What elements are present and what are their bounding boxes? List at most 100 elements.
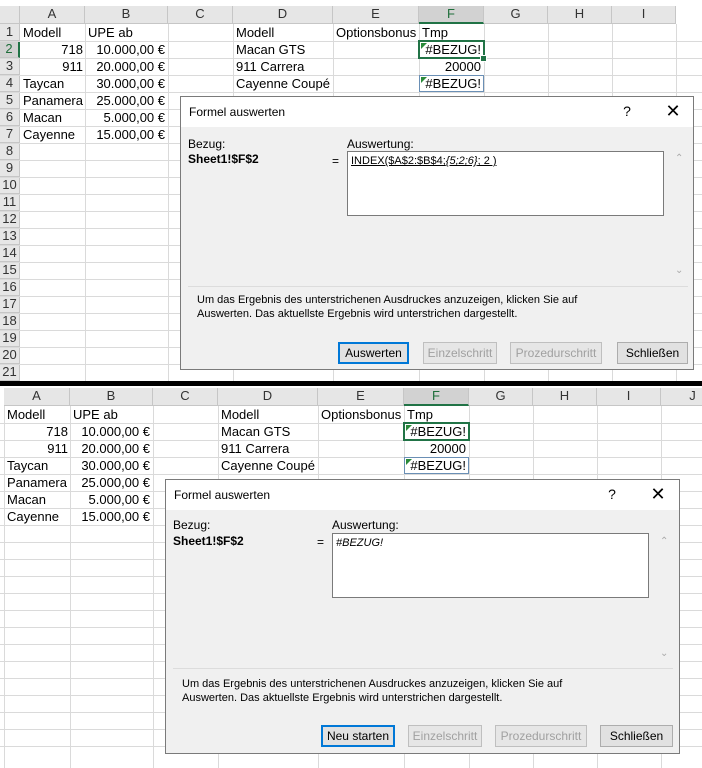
step-out-button[interactable]: Prozedurschritt: [510, 342, 602, 364]
evaluation-textbox[interactable]: #BEZUG!: [332, 533, 649, 598]
cell-b7[interactable]: 15.000,00 €: [85, 126, 165, 143]
cell-e1[interactable]: Optionsbonus: [336, 24, 416, 41]
column-header-corner[interactable]: [0, 6, 20, 24]
cell-d3[interactable]: 911 Carrera: [221, 440, 289, 457]
row-header[interactable]: 18: [0, 313, 20, 330]
row-header[interactable]: 21: [0, 364, 20, 381]
cell-b5[interactable]: 25.000,00 €: [70, 474, 150, 491]
column-header-g[interactable]: G: [484, 6, 548, 24]
cell-d2[interactable]: Macan GTS: [236, 41, 305, 58]
cell-a4[interactable]: Taycan: [23, 75, 64, 92]
cell-b3[interactable]: 20.000,00 €: [70, 440, 150, 457]
row-header[interactable]: 14: [0, 245, 20, 262]
cell-a5[interactable]: Panamera: [7, 474, 67, 491]
row-header[interactable]: 20: [0, 347, 20, 364]
row-header[interactable]: 10: [0, 177, 20, 194]
chevron-up-icon[interactable]: ⌃: [660, 536, 668, 547]
cell-a3[interactable]: 911: [4, 440, 68, 457]
cell-d1[interactable]: Modell: [221, 406, 259, 423]
row-header[interactable]: 9: [0, 160, 20, 177]
column-header-g[interactable]: G: [469, 388, 533, 406]
chevron-down-icon[interactable]: ⌄: [675, 265, 683, 276]
help-icon[interactable]: ?: [618, 103, 636, 119]
cell-b2[interactable]: 10.000,00 €: [85, 41, 165, 58]
row-header[interactable]: 11: [0, 194, 20, 211]
column-header-j[interactable]: J: [661, 388, 702, 406]
cell-a4[interactable]: Taycan: [7, 457, 48, 474]
cell-b2[interactable]: 10.000,00 €: [70, 423, 150, 440]
cell-e1[interactable]: Optionsbonus: [321, 406, 401, 423]
close-button[interactable]: Schließen: [600, 725, 673, 747]
row-header[interactable]: 15: [0, 262, 20, 279]
column-header-e[interactable]: E: [318, 388, 404, 406]
cell-b4[interactable]: 30.000,00 €: [85, 75, 165, 92]
column-header-b[interactable]: B: [85, 6, 168, 24]
column-header-f[interactable]: F: [419, 6, 484, 24]
column-header-c[interactable]: C: [153, 388, 218, 406]
step-out-button[interactable]: Prozedurschritt: [495, 725, 587, 747]
row-header[interactable]: 12: [0, 211, 20, 228]
close-icon[interactable]: ✕: [658, 100, 688, 122]
help-icon[interactable]: ?: [603, 486, 621, 502]
cell-d4[interactable]: Cayenne Coupé: [236, 75, 330, 92]
column-header-c[interactable]: C: [168, 6, 233, 24]
row-header[interactable]: 2: [0, 41, 20, 58]
chevron-down-icon[interactable]: ⌄: [660, 648, 668, 659]
cell-d1[interactable]: Modell: [236, 24, 274, 41]
row-header[interactable]: 19: [0, 330, 20, 347]
cell-d2[interactable]: Macan GTS: [221, 423, 290, 440]
evaluate-button[interactable]: Auswerten: [338, 342, 409, 364]
cell-f1[interactable]: Tmp: [422, 24, 448, 41]
cell-b5[interactable]: 25.000,00 €: [85, 92, 165, 109]
column-header-i[interactable]: I: [612, 6, 676, 24]
row-header[interactable]: 13: [0, 228, 20, 245]
row-header[interactable]: 3: [0, 58, 20, 75]
column-header-b[interactable]: B: [70, 388, 153, 406]
dialog-titlebar[interactable]: Formel auswerten ? ✕: [181, 97, 693, 127]
cell-b6[interactable]: 5.000,00 €: [70, 491, 150, 508]
step-in-button[interactable]: Einzelschritt: [423, 342, 497, 364]
column-header-f[interactable]: F: [404, 388, 469, 406]
evaluation-textbox[interactable]: INDEX($A$2:$B$4;{5;2;6}; 2 ): [347, 151, 664, 216]
step-in-button[interactable]: Einzelschritt: [408, 725, 482, 747]
cell-b6[interactable]: 5.000,00 €: [85, 109, 165, 126]
row-header[interactable]: 17: [0, 296, 20, 313]
column-header-d[interactable]: D: [218, 388, 318, 406]
cell-b1[interactable]: UPE ab: [73, 406, 118, 423]
close-icon[interactable]: ✕: [643, 483, 673, 505]
column-header-h[interactable]: H: [533, 388, 597, 406]
cell-a6[interactable]: Macan: [7, 491, 46, 508]
cell-b4[interactable]: 30.000,00 €: [70, 457, 150, 474]
cell-a7[interactable]: Cayenne: [7, 508, 59, 525]
cell-b7[interactable]: 15.000,00 €: [70, 508, 150, 525]
row-header[interactable]: 4: [0, 75, 20, 92]
cell-f3[interactable]: 20000: [419, 58, 481, 75]
column-header-a[interactable]: A: [20, 6, 85, 24]
restart-button[interactable]: Neu starten: [321, 725, 395, 747]
cell-d3[interactable]: 911 Carrera: [236, 58, 304, 75]
cell-f3[interactable]: 20000: [404, 440, 466, 457]
fill-handle[interactable]: [480, 55, 487, 62]
cell-a6[interactable]: Macan: [23, 109, 62, 126]
row-header[interactable]: 6: [0, 109, 20, 126]
row-header[interactable]: 8: [0, 143, 20, 160]
column-header-d[interactable]: D: [233, 6, 333, 24]
cell-a2[interactable]: 718: [20, 41, 83, 58]
cell-f1[interactable]: Tmp: [407, 406, 433, 423]
cell-a1[interactable]: Modell: [7, 406, 45, 423]
close-button[interactable]: Schließen: [617, 342, 688, 364]
cell-a2[interactable]: 718: [4, 423, 68, 440]
cell-b1[interactable]: UPE ab: [88, 24, 133, 41]
dialog-titlebar[interactable]: Formel auswerten ? ✕: [166, 480, 679, 510]
cell-b3[interactable]: 20.000,00 €: [85, 58, 165, 75]
row-header[interactable]: 7: [0, 126, 20, 143]
row-header[interactable]: 1: [0, 24, 20, 41]
column-header-e[interactable]: E: [333, 6, 419, 24]
cell-a1[interactable]: Modell: [23, 24, 61, 41]
column-header-i[interactable]: I: [597, 388, 661, 406]
column-header-a[interactable]: A: [4, 388, 70, 406]
row-header[interactable]: 16: [0, 279, 20, 296]
cell-d4[interactable]: Cayenne Coupé: [221, 457, 315, 474]
column-header-h[interactable]: H: [548, 6, 612, 24]
cell-a7[interactable]: Cayenne: [23, 126, 75, 143]
